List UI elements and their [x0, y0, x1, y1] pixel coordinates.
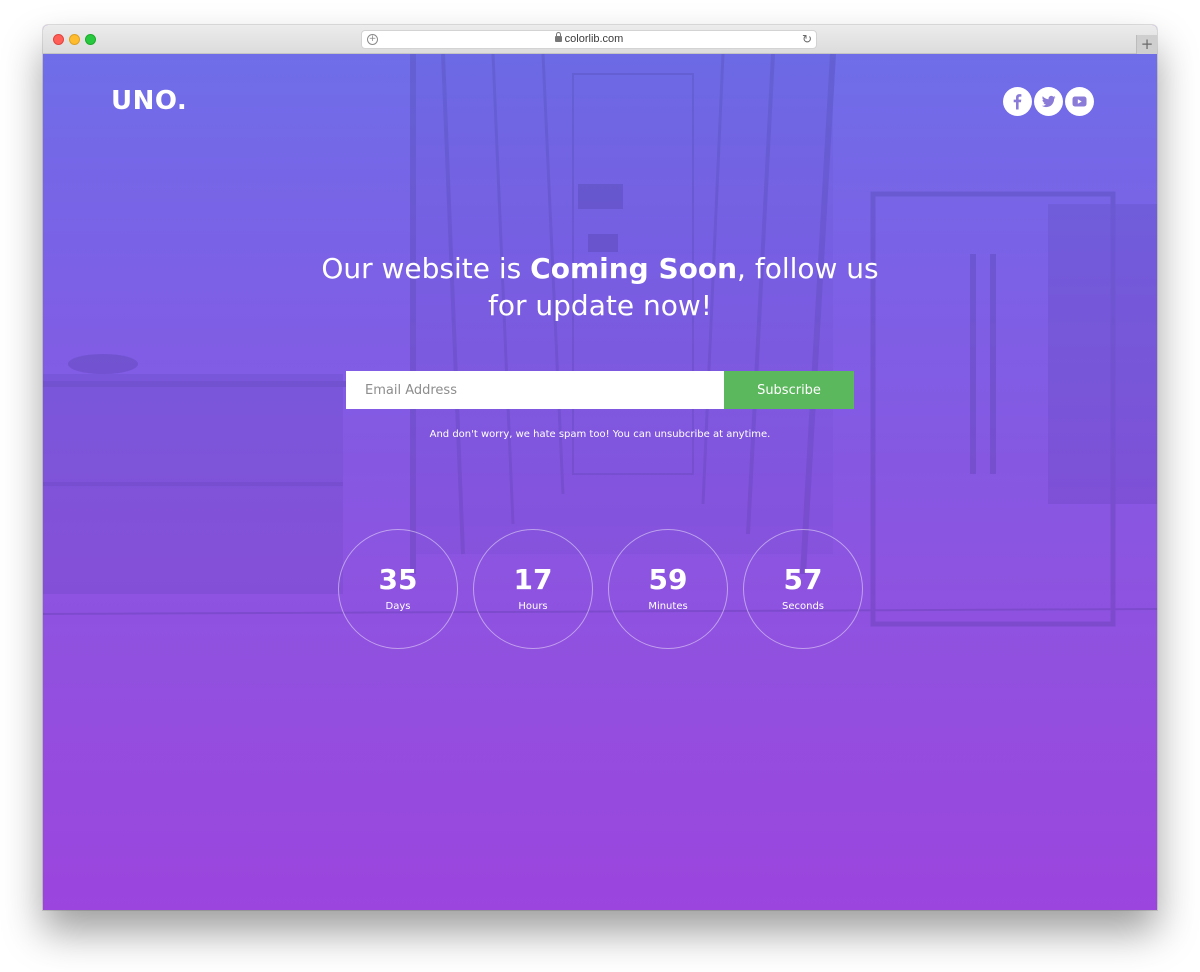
plus-icon: +: [1140, 35, 1154, 53]
countdown-days: 35 Days: [338, 529, 458, 649]
countdown-minutes-label: Minutes: [648, 601, 688, 612]
browser-window: + colorlib.com ↻ + UNO. Our website is C…: [43, 25, 1157, 910]
site-logo[interactable]: UNO.: [111, 86, 187, 116]
email-input[interactable]: [346, 371, 724, 409]
countdown-seconds-value: 57: [783, 563, 823, 596]
youtube-icon: [1072, 96, 1087, 107]
address-url-wrap: colorlib.com: [362, 32, 816, 45]
coming-soon-page: UNO. Our website is Coming Soon, follow …: [43, 54, 1157, 910]
youtube-button[interactable]: [1065, 87, 1094, 116]
facebook-button[interactable]: [1003, 87, 1032, 116]
twitter-icon: [1041, 95, 1056, 108]
headline-text-start: Our website is: [321, 252, 531, 285]
reload-icon[interactable]: ↻: [802, 32, 812, 46]
address-url: colorlib.com: [564, 33, 624, 45]
countdown-days-label: Days: [385, 601, 411, 612]
spam-note: And don't worry, we hate spam too! You c…: [429, 429, 771, 440]
coming-soon-headline: Our website is Coming Soon, follow us fo…: [300, 250, 900, 324]
zoom-window-button[interactable]: [85, 34, 96, 45]
facebook-icon: [1013, 94, 1022, 110]
twitter-button[interactable]: [1034, 87, 1063, 116]
countdown-hours-label: Hours: [518, 601, 548, 612]
address-bar[interactable]: + colorlib.com ↻: [361, 30, 817, 49]
headline-text-bold: Coming Soon: [530, 252, 738, 285]
countdown-seconds: 57 Seconds: [743, 529, 863, 649]
countdown-minutes-value: 59: [648, 563, 688, 596]
minimize-window-button[interactable]: [69, 34, 80, 45]
countdown-hours: 17 Hours: [473, 529, 593, 649]
browser-titlebar: + colorlib.com ↻ +: [43, 25, 1157, 54]
countdown-hours-value: 17: [513, 563, 553, 596]
countdown-seconds-label: Seconds: [781, 601, 824, 612]
subscribe-button[interactable]: Subscribe: [724, 371, 854, 409]
countdown-days-value: 35: [378, 563, 418, 596]
corridor-background-image: [43, 54, 1157, 627]
close-window-button[interactable]: [53, 34, 64, 45]
countdown-minutes: 59 Minutes: [608, 529, 728, 649]
lock-icon: [554, 32, 562, 42]
new-tab-button[interactable]: +: [1136, 35, 1157, 54]
